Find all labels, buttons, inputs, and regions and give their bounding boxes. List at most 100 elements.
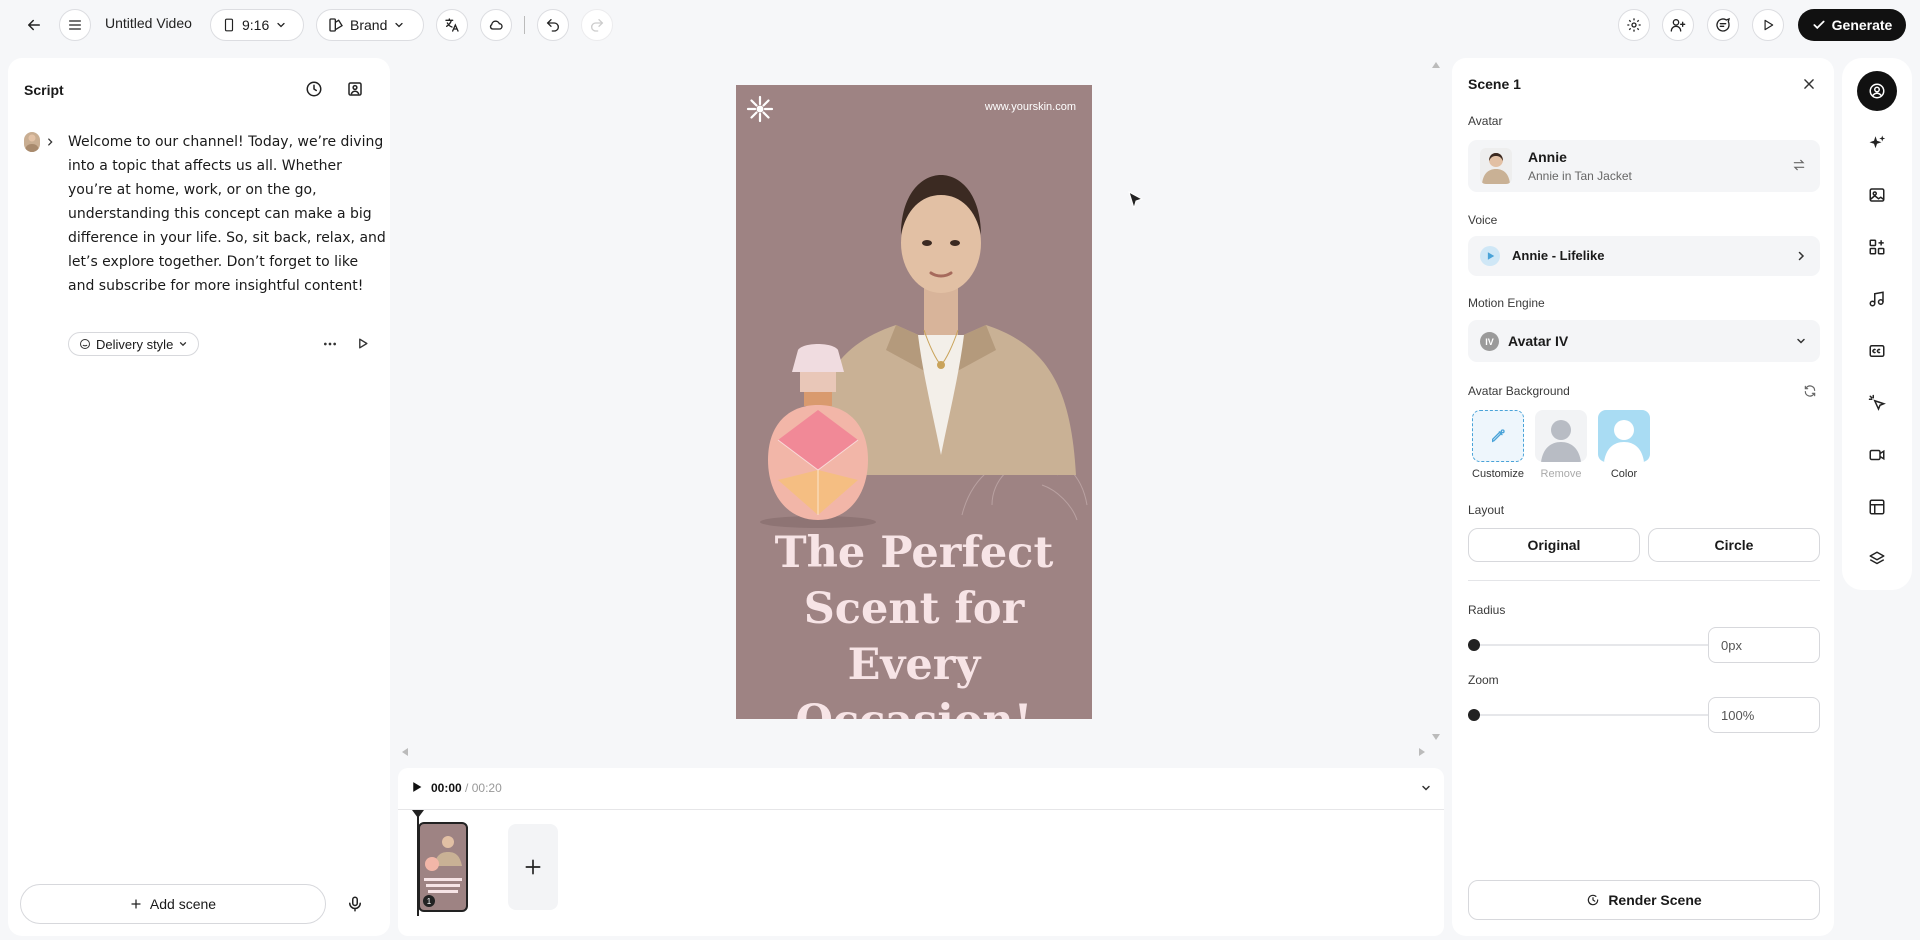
close-panel-button[interactable] — [1802, 77, 1816, 91]
zoom-slider-track[interactable] — [1474, 714, 1708, 716]
video-canvas[interactable]: www.yourskin.com The Perfect Scent for E… — [736, 85, 1092, 719]
menu-button[interactable] — [59, 9, 91, 41]
script-play-button[interactable] — [356, 337, 369, 350]
comments-button[interactable] — [1707, 9, 1739, 41]
perfume-bottle — [760, 344, 876, 528]
translate-button[interactable] — [436, 9, 468, 41]
settings-button[interactable] — [1618, 9, 1650, 41]
zoom-input[interactable]: 100% — [1708, 697, 1820, 733]
generate-button[interactable]: Generate — [1798, 9, 1906, 41]
bg-option-remove-label: Remove — [1540, 468, 1582, 480]
share-button[interactable] — [1662, 9, 1694, 41]
motion-engine-chevron — [1795, 335, 1807, 347]
rail-elements-button[interactable] — [1865, 235, 1889, 259]
brand-label: Brand — [350, 17, 388, 33]
timeline-play-button[interactable] — [410, 780, 423, 794]
chevron-down-icon — [1422, 785, 1430, 791]
image-frame-icon — [348, 82, 362, 96]
avatar-name: Annie — [1528, 149, 1567, 165]
script-text[interactable]: Welcome to our channel! Today, we’re div… — [68, 130, 388, 298]
voice-play-button[interactable] — [1480, 246, 1500, 266]
chevron-right-icon — [48, 138, 53, 146]
play-icon — [1764, 19, 1774, 31]
canvas-scroll-left-arrow[interactable] — [402, 748, 408, 756]
image-icon — [1869, 188, 1885, 202]
voice-record-button[interactable] — [346, 894, 364, 914]
silhouette-icon — [1541, 420, 1581, 462]
radius-slider-handle[interactable] — [1468, 639, 1480, 651]
radius-label: Radius — [1468, 603, 1506, 617]
gear-icon — [1627, 18, 1641, 32]
brand-dropdown[interactable]: Brand — [316, 9, 424, 41]
cloud-save-button[interactable] — [480, 9, 512, 41]
avatar-thumbnail — [1480, 148, 1512, 184]
bg-option-color[interactable] — [1598, 410, 1650, 462]
layout-label: Layout — [1468, 503, 1505, 517]
motion-engine-badge: IV — [1480, 332, 1499, 351]
plus-icon — [525, 859, 541, 875]
close-icon — [1804, 79, 1814, 89]
playhead-handle[interactable] — [412, 810, 424, 818]
rail-layout-button[interactable] — [1865, 495, 1889, 519]
captions-icon — [1869, 345, 1885, 357]
motion-engine-label: Motion Engine — [1468, 296, 1545, 310]
canvas-scroll-up-arrow[interactable] — [1432, 62, 1440, 68]
avatar-look: Annie in Tan Jacket — [1528, 169, 1632, 183]
rail-interactivity-button[interactable] — [1865, 391, 1889, 415]
user-circle-icon — [1869, 83, 1885, 99]
layout-circle-button[interactable]: Circle — [1648, 528, 1820, 562]
phone-icon — [224, 18, 234, 32]
preview-button[interactable] — [1752, 9, 1784, 41]
radius-slider-track[interactable] — [1474, 644, 1708, 646]
rail-captions-button[interactable] — [1865, 339, 1889, 363]
rail-layers-button[interactable] — [1865, 547, 1889, 571]
refresh-icon — [1804, 385, 1816, 397]
render-scene-button[interactable]: Render Scene — [1468, 880, 1820, 920]
headline-line-2: Scent for Every — [803, 584, 1025, 690]
clock-icon — [306, 81, 322, 97]
script-more-button[interactable] — [322, 336, 338, 352]
play-icon — [1487, 252, 1494, 260]
layout-original-button[interactable]: Original — [1468, 528, 1640, 562]
radius-input[interactable]: 0px — [1708, 627, 1820, 663]
delivery-style-button[interactable]: Delivery style — [68, 332, 200, 356]
add-scene-button[interactable]: Add scene — [20, 884, 326, 924]
chevron-down-icon — [277, 22, 285, 28]
headline-line-1: The Perfect — [774, 528, 1054, 578]
project-title[interactable]: Untitled Video — [105, 15, 192, 31]
redo-button[interactable] — [581, 9, 613, 41]
timeline-divider — [398, 809, 1444, 810]
aspect-ratio-dropdown[interactable]: 9:16 — [210, 9, 304, 41]
script-media-button[interactable] — [346, 80, 364, 98]
tool-rail — [1842, 58, 1912, 590]
rail-media-button[interactable] — [1865, 183, 1889, 207]
script-expand-button[interactable] — [45, 137, 55, 147]
swap-avatar-button[interactable] — [1792, 158, 1806, 172]
scene-settings-panel: Scene 1 Avatar Annie Annie in Tan Jacket… — [1452, 58, 1834, 936]
rail-music-button[interactable] — [1865, 287, 1889, 311]
back-button[interactable] — [18, 9, 50, 41]
add-scene-timeline-button[interactable] — [508, 824, 558, 910]
avatar-selector[interactable]: Annie Annie in Tan Jacket — [1468, 140, 1820, 192]
canvas-scroll-down-arrow[interactable] — [1432, 734, 1440, 740]
canvas-scroll-right-arrow[interactable] — [1419, 748, 1425, 756]
history-button[interactable] — [305, 80, 323, 98]
voice-selector[interactable]: Annie - Lifelike — [1468, 236, 1820, 276]
undo-button[interactable] — [537, 9, 569, 41]
bg-option-remove[interactable] — [1535, 410, 1587, 462]
rail-record-button[interactable] — [1865, 443, 1889, 467]
script-avatar-thumb[interactable] — [24, 132, 40, 152]
rail-ai-button[interactable] — [1865, 131, 1889, 155]
bg-option-customize[interactable] — [1472, 410, 1524, 462]
play-icon — [359, 338, 368, 349]
motion-engine-dropdown[interactable]: IV Avatar IV — [1468, 320, 1820, 362]
refresh-background-button[interactable] — [1803, 384, 1817, 398]
hamburger-menu-icon — [69, 20, 81, 30]
rail-avatar-button[interactable] — [1857, 71, 1897, 111]
toolbar-divider — [524, 16, 525, 34]
scene-thumbnail[interactable]: 1 — [418, 822, 468, 912]
section-divider — [1468, 580, 1820, 581]
zoom-slider-handle[interactable] — [1468, 709, 1480, 721]
video-camera-icon — [1869, 449, 1885, 461]
timeline-collapse-button[interactable] — [1420, 782, 1432, 794]
